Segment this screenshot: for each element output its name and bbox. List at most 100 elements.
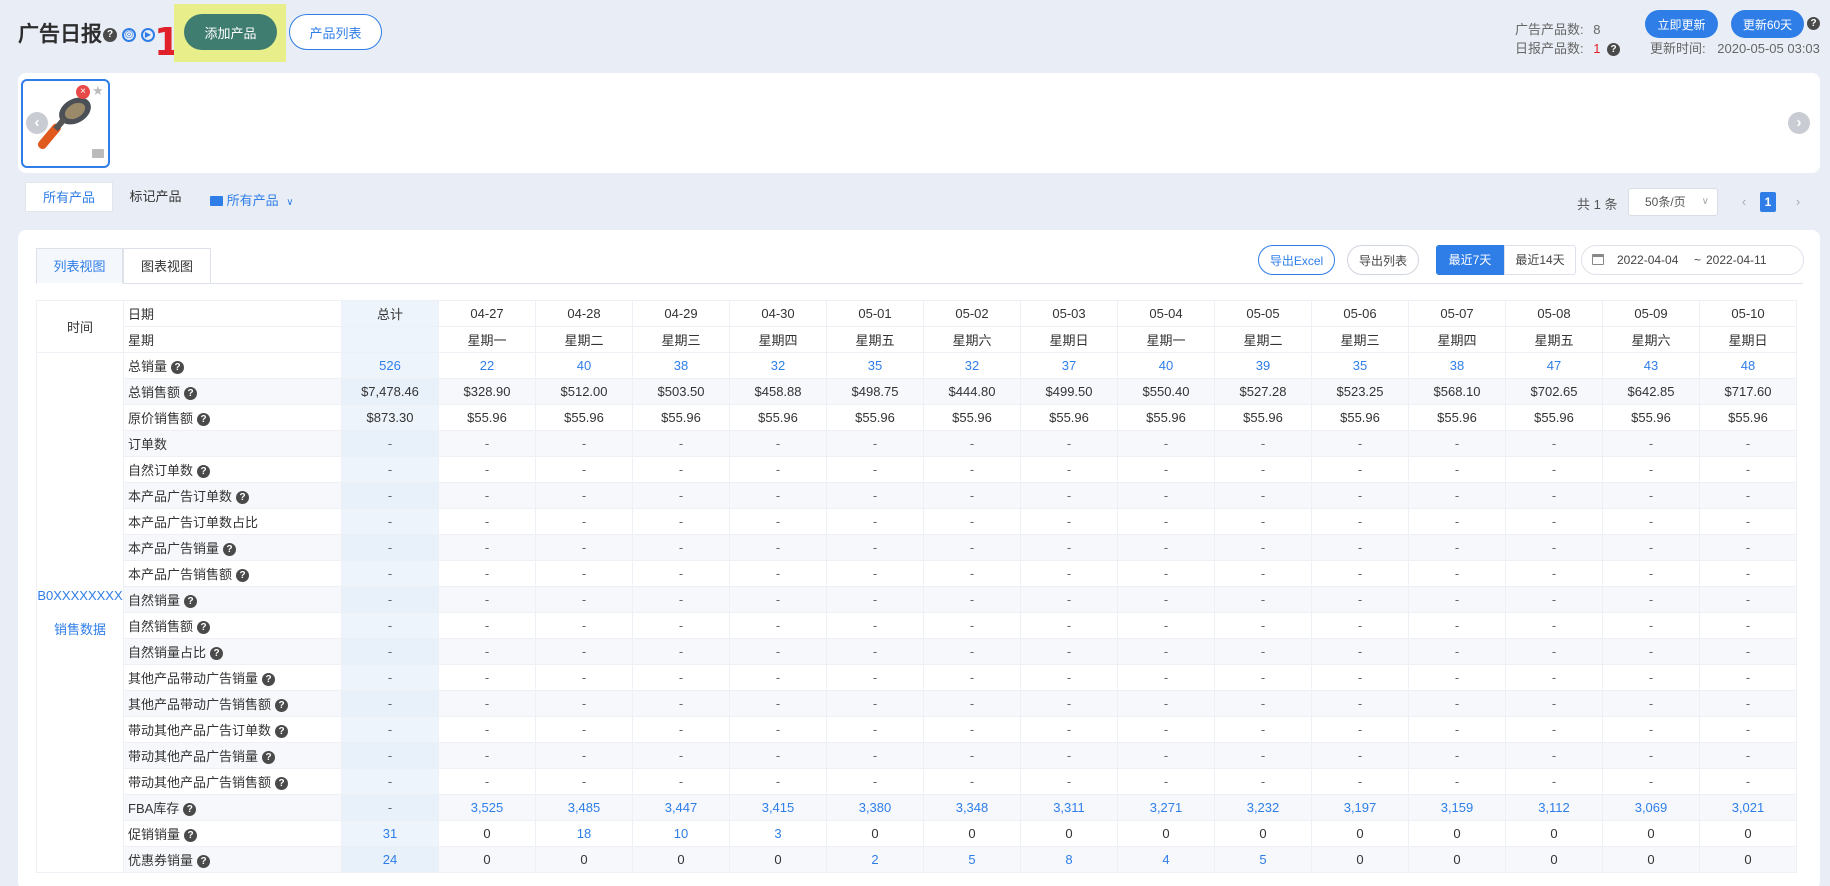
help-icon[interactable]: ? [275, 699, 289, 713]
value-cell: 8 [1020, 846, 1118, 873]
value-cell: - [923, 586, 1021, 613]
asin-link[interactable]: B0XXXXXXXX [37, 588, 123, 603]
help-icon[interactable]: ? [236, 491, 250, 505]
value-cell: - [1214, 430, 1312, 457]
value-cell: $512.00 [535, 378, 633, 405]
value-cell: 3,112 [1505, 794, 1603, 821]
date-header-cell: 05-10 [1699, 300, 1797, 327]
tab-list-view[interactable]: 列表视图 [36, 248, 123, 284]
help-icon[interactable]: ? [262, 751, 276, 765]
help-icon[interactable]: ? [171, 361, 185, 375]
asin-cell[interactable]: B0XXXXXXXX 销售数据 [36, 352, 124, 873]
date-range-picker[interactable]: 2022-04-04 ~ 2022-04-11 [1581, 245, 1804, 275]
export-excel-button[interactable]: 导出Excel [1258, 245, 1335, 275]
help-icon[interactable]: ? [183, 803, 197, 817]
help-icon[interactable]: ? [1807, 17, 1820, 30]
next-page-icon[interactable]: › [1787, 188, 1809, 216]
star-icon[interactable]: ★ [92, 83, 104, 99]
help-icon[interactable]: ? [275, 777, 289, 791]
value-cell: - [1602, 430, 1700, 457]
value-cell: - [1020, 768, 1118, 795]
value-cell: $328.90 [438, 378, 536, 405]
value-cell: - [923, 456, 1021, 483]
folder-icon[interactable] [92, 149, 104, 158]
value-cell: - [535, 690, 633, 717]
date-header-cell: 05-06 [1311, 300, 1409, 327]
value-cell: - [1505, 586, 1603, 613]
value-cell: - [729, 482, 827, 509]
update-now-button[interactable]: 立即更新 [1645, 10, 1718, 38]
value-cell: - [923, 716, 1021, 743]
settings-icon[interactable]: ◎ [122, 28, 136, 42]
tab-all-products[interactable]: 所有产品 [25, 182, 113, 212]
help-icon[interactable]: ? [197, 855, 211, 869]
update-60-days-button[interactable]: 更新60天 [1731, 10, 1804, 38]
help-icon[interactable]: ? [184, 595, 198, 609]
last-14-days-button[interactable]: 最近14天 [1504, 245, 1576, 275]
value-cell: $523.25 [1311, 378, 1409, 405]
value-cell: - [535, 612, 633, 639]
value-cell: - [1020, 690, 1118, 717]
value-cell: 3,021 [1699, 794, 1797, 821]
carousel-next-icon[interactable]: › [1788, 112, 1810, 134]
table-row: 本产品广告销售额? - - - - - - - - - - - - - - - [37, 560, 1797, 587]
prev-page-icon[interactable]: ‹ [1733, 188, 1755, 216]
folder-select[interactable]: 所有产品 ∨ [210, 190, 294, 209]
help-icon[interactable]: ? [236, 569, 250, 583]
value-cell: - [1408, 612, 1506, 639]
help-icon[interactable]: ? [262, 673, 276, 687]
help-icon[interactable]: ? [223, 543, 237, 557]
value-cell: - [632, 430, 730, 457]
total-header-cell: 总计 [341, 300, 439, 327]
value-cell: - [1117, 430, 1215, 457]
value-cell: 5 [1214, 846, 1312, 873]
help-icon[interactable]: ? [197, 413, 211, 427]
add-product-button[interactable]: 添加产品 [184, 14, 277, 50]
value-cell: - [1214, 768, 1312, 795]
value-cell: - [1408, 586, 1506, 613]
last-7-days-button[interactable]: 最近7天 [1436, 245, 1504, 275]
value-cell: - [438, 560, 536, 587]
help-icon[interactable]: ? [1607, 43, 1621, 57]
help-icon[interactable]: ? [197, 465, 211, 479]
value-cell: - [1117, 690, 1215, 717]
help-icon[interactable]: ? [197, 621, 211, 635]
tab-chart-view[interactable]: 图表视图 [123, 248, 211, 284]
value-cell: $55.96 [438, 404, 536, 431]
export-list-button[interactable]: 导出列表 [1347, 245, 1419, 275]
total-cell: - [341, 664, 439, 691]
value-cell: - [923, 768, 1021, 795]
folder-icon [210, 196, 223, 206]
value-cell: - [923, 560, 1021, 587]
help-icon[interactable]: ? [184, 387, 198, 401]
value-cell: - [1117, 768, 1215, 795]
value-cell: - [923, 664, 1021, 691]
value-cell: $702.65 [1505, 378, 1603, 405]
value-cell: - [1311, 716, 1409, 743]
value-cell: - [1117, 664, 1215, 691]
page-number-current[interactable]: 1 [1760, 192, 1776, 212]
carousel-prev-icon[interactable]: ‹ [26, 112, 48, 134]
value-cell: $527.28 [1214, 378, 1312, 405]
page-size-select[interactable]: 50条/页 ∨ [1628, 188, 1718, 216]
table-row: 自然销售额? - - - - - - - - - - - - - - - [37, 612, 1797, 639]
metric-label: 自然订单数 [128, 463, 194, 478]
table-row: 原价销售额? $873.30 $55.96 $55.96 $55.96 $55.96 $55… [37, 404, 1797, 431]
remove-product-icon[interactable]: × [76, 85, 90, 99]
metric-label-cell: FBA库存? [123, 794, 342, 821]
value-cell: 0 [1408, 846, 1506, 873]
help-icon[interactable]: ? [184, 829, 198, 843]
value-cell: 0 [1408, 820, 1506, 847]
help-icon[interactable]: ? [275, 725, 289, 739]
product-list-button[interactable]: 产品列表 [289, 14, 382, 50]
play-icon[interactable]: ▶ [141, 28, 155, 42]
help-icon[interactable]: ? [210, 647, 224, 661]
value-cell: 22 [438, 352, 536, 379]
value-cell: - [1699, 482, 1797, 509]
value-cell: - [1505, 664, 1603, 691]
metric-label-cell: 本产品广告订单数占比 [123, 508, 342, 535]
value-cell: - [729, 430, 827, 457]
value-cell: $55.96 [1214, 404, 1312, 431]
tab-marked-products[interactable]: 标记产品 [113, 182, 198, 212]
help-icon[interactable]: ? [103, 28, 117, 42]
